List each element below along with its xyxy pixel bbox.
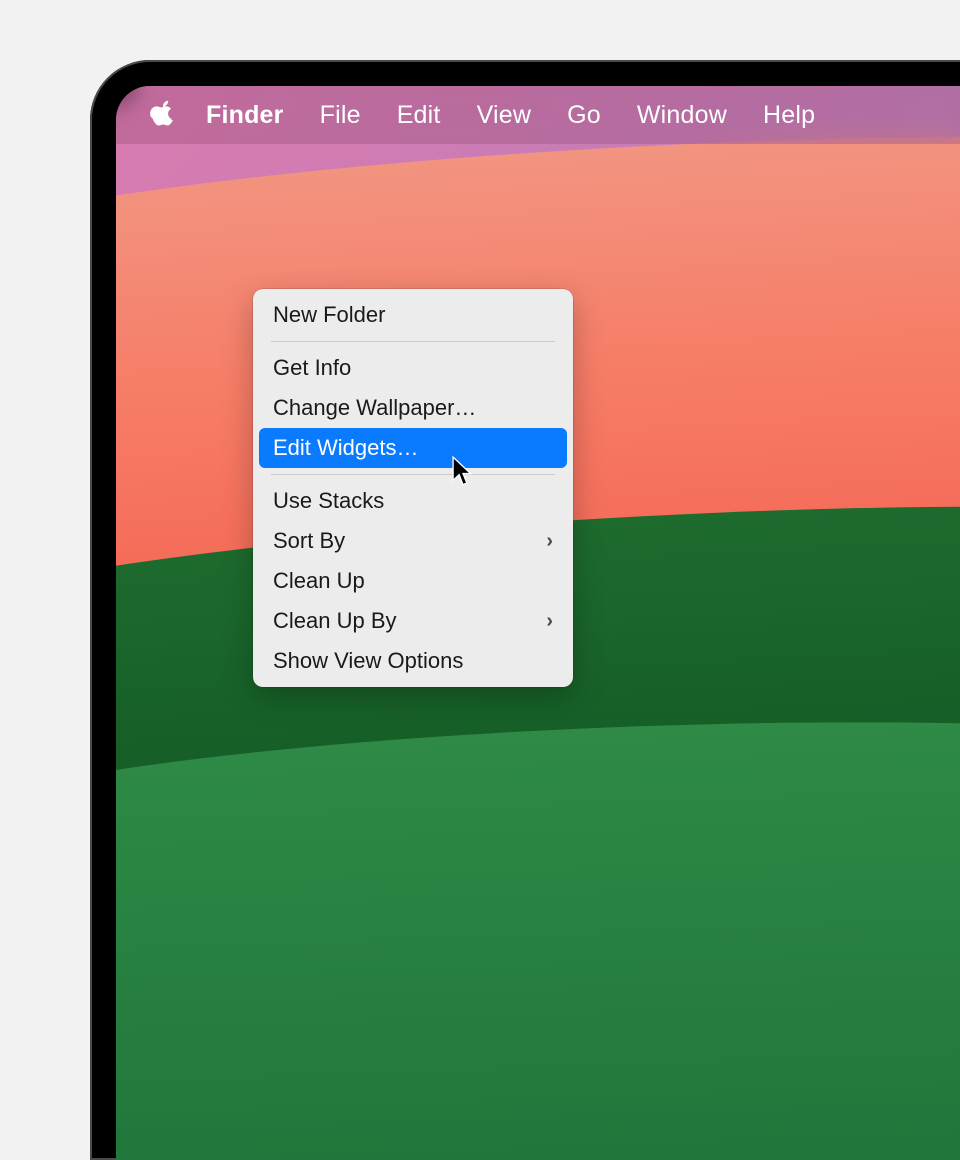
menu-item-label: New Folder xyxy=(273,302,385,328)
menu-item-label: Clean Up By xyxy=(273,608,397,634)
apple-menu-icon[interactable] xyxy=(150,100,176,130)
menubar-item-edit[interactable]: Edit xyxy=(379,101,459,130)
menu-separator xyxy=(271,474,555,475)
menu-item-sort-by[interactable]: Sort By › xyxy=(259,521,567,561)
menubar-item-file[interactable]: File xyxy=(302,101,379,130)
device-bezel: Finder File Edit View Go Window Help New… xyxy=(90,60,960,1160)
menu-item-new-folder[interactable]: New Folder xyxy=(259,295,567,335)
menu-item-edit-widgets[interactable]: Edit Widgets… xyxy=(259,428,567,468)
menubar: Finder File Edit View Go Window Help xyxy=(116,86,960,144)
menu-item-show-view-options[interactable]: Show View Options xyxy=(259,641,567,681)
menu-item-change-wallpaper[interactable]: Change Wallpaper… xyxy=(259,388,567,428)
menu-item-label: Sort By xyxy=(273,528,345,554)
menu-item-clean-up[interactable]: Clean Up xyxy=(259,561,567,601)
menu-item-use-stacks[interactable]: Use Stacks xyxy=(259,481,567,521)
desktop-context-menu: New Folder Get Info Change Wallpaper… Ed… xyxy=(253,289,573,687)
menu-item-label: Use Stacks xyxy=(273,488,384,514)
menubar-item-help[interactable]: Help xyxy=(745,101,833,130)
menu-item-label: Edit Widgets… xyxy=(273,435,419,461)
menu-separator xyxy=(271,341,555,342)
menu-item-label: Change Wallpaper… xyxy=(273,395,476,421)
menu-item-label: Show View Options xyxy=(273,648,463,674)
menu-item-label: Get Info xyxy=(273,355,351,381)
menu-item-get-info[interactable]: Get Info xyxy=(259,348,567,388)
menu-item-label: Clean Up xyxy=(273,568,365,594)
menubar-item-view[interactable]: View xyxy=(459,101,550,130)
menubar-app-name[interactable]: Finder xyxy=(206,101,302,130)
chevron-right-icon: › xyxy=(546,530,553,553)
chevron-right-icon: › xyxy=(546,610,553,633)
menu-item-clean-up-by[interactable]: Clean Up By › xyxy=(259,601,567,641)
screen: Finder File Edit View Go Window Help New… xyxy=(116,86,960,1160)
menubar-item-window[interactable]: Window xyxy=(619,101,745,130)
menubar-item-go[interactable]: Go xyxy=(549,101,619,130)
